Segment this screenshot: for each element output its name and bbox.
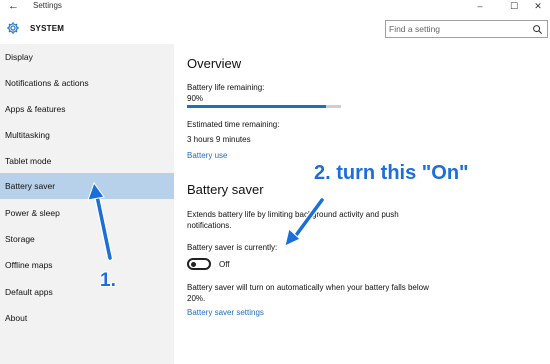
window-title: Settings — [33, 1, 62, 10]
estimated-time-label: Estimated time remaining: — [187, 120, 280, 129]
battery-saver-auto-text: Battery saver will turn on automatically… — [187, 283, 429, 303]
battery-use-link[interactable]: Battery use — [187, 151, 227, 160]
header: SYSTEM — [0, 14, 550, 44]
sidebar-item-tablet-mode[interactable]: Tablet mode — [0, 148, 174, 174]
battery-saver-toggle[interactable] — [187, 258, 211, 270]
search-input[interactable] — [389, 23, 524, 35]
sidebar-item-display[interactable]: Display — [0, 44, 174, 70]
section-title: SYSTEM — [30, 24, 65, 33]
sidebar-item-multitasking[interactable]: Multitasking — [0, 122, 174, 148]
minimize-button[interactable]: – — [468, 0, 492, 14]
toggle-knob — [191, 262, 196, 267]
sidebar-item-offline-maps[interactable]: Offline maps — [0, 252, 174, 278]
toggle-state-label: Off — [219, 260, 230, 269]
sidebar-item-power-sleep[interactable]: Power & sleep — [0, 200, 174, 226]
sidebar: Display Notifications & actions Apps & f… — [0, 44, 174, 364]
close-button[interactable]: ✕ — [526, 0, 550, 14]
annotation-step-2: 2. turn this "On" — [314, 162, 469, 184]
sidebar-item-default-apps[interactable]: Default apps — [0, 279, 174, 305]
battery-saver-settings-link[interactable]: Battery saver settings — [187, 308, 264, 317]
sidebar-item-battery-saver[interactable]: Battery saver — [0, 173, 174, 199]
sidebar-item-apps-features[interactable]: Apps & features — [0, 96, 174, 122]
battery-progress-fill — [187, 105, 326, 108]
overview-heading: Overview — [187, 56, 242, 71]
battery-saver-description: Extends battery life by limiting backgro… — [187, 210, 399, 230]
search-icon[interactable] — [532, 24, 543, 35]
battery-saver-status-label: Battery saver is currently: — [187, 243, 278, 252]
sidebar-item-about[interactable]: About — [0, 305, 174, 331]
battery-saver-heading: Battery saver — [187, 182, 264, 197]
gear-icon — [7, 22, 19, 34]
battery-life-value: 90% — [187, 94, 204, 103]
estimated-time-value: 3 hours 9 minutes — [187, 135, 251, 144]
search-box[interactable] — [385, 20, 548, 38]
back-button[interactable]: ← — [8, 0, 22, 14]
title-bar: ← Settings – ☐ ✕ — [0, 0, 550, 14]
battery-progress-bar — [187, 105, 341, 108]
sidebar-item-notifications[interactable]: Notifications & actions — [0, 70, 174, 96]
main-content: Overview Battery life remaining: 90% Est… — [174, 44, 550, 364]
battery-life-label: Battery life remaining: — [187, 83, 265, 92]
maximize-button[interactable]: ☐ — [502, 0, 526, 14]
sidebar-item-storage[interactable]: Storage — [0, 226, 174, 252]
annotation-step-1: 1. — [100, 270, 116, 291]
